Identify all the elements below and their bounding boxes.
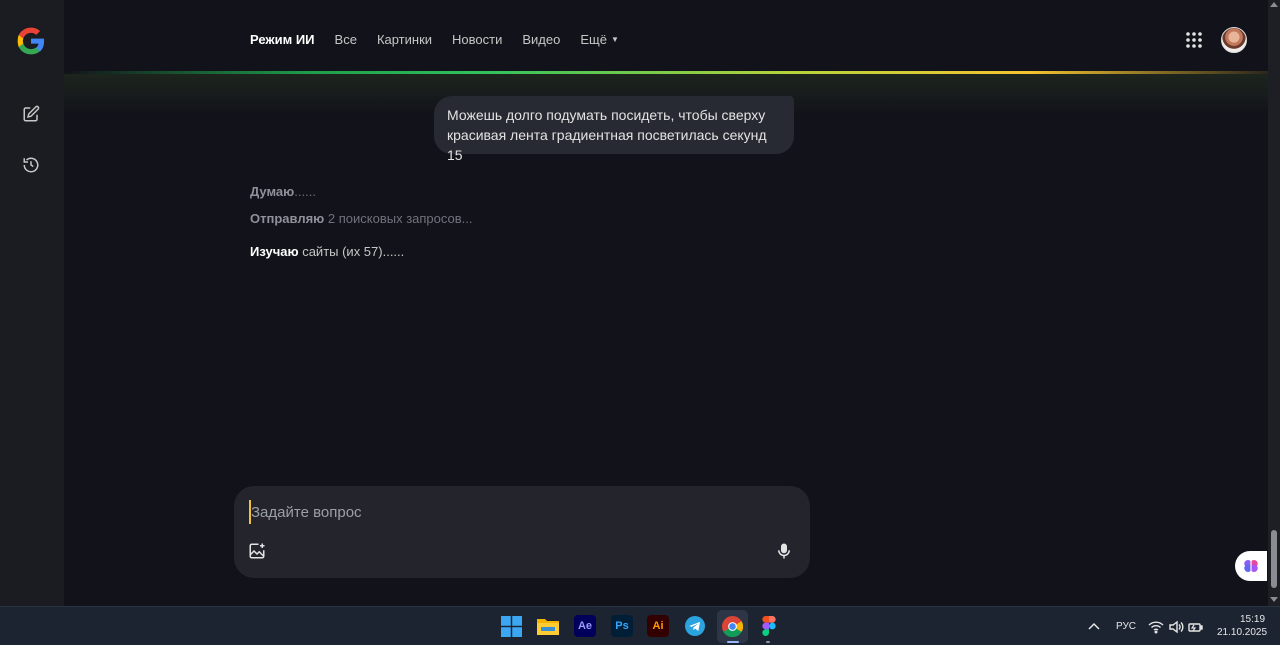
google-logo-icon[interactable] [15, 25, 47, 57]
caret-down-icon: ▼ [610, 35, 619, 44]
chrome-active-indicator [727, 641, 739, 643]
add-image-icon[interactable] [248, 542, 266, 560]
header: Режим ИИ Все Картинки Новости Видео Ещё ▼ [64, 0, 1270, 72]
battery-plugged-icon[interactable] [1188, 619, 1204, 635]
scroll-down-icon[interactable] [1270, 597, 1278, 602]
page-scrollbar[interactable] [1268, 0, 1280, 606]
history-button[interactable] [18, 152, 44, 178]
chrome-icon[interactable] [721, 615, 743, 637]
reading-step: Изучаю сайты (их 57)...... [250, 244, 404, 259]
new-chat-button[interactable] [18, 101, 44, 127]
figma-icon[interactable] [758, 615, 780, 637]
scrollbar-thumb[interactable] [1271, 530, 1277, 588]
tab-news[interactable]: Новости [452, 32, 502, 47]
tab-images[interactable]: Картинки [377, 32, 432, 47]
step-verb: Отправляю [250, 211, 325, 226]
tab-videos[interactable]: Видео [522, 32, 560, 47]
telegram-icon[interactable] [684, 615, 706, 637]
volume-icon[interactable] [1168, 619, 1184, 635]
figma-running-indicator [766, 641, 770, 643]
tab-ai-mode[interactable]: Режим ИИ [250, 32, 315, 47]
photoshop-icon[interactable]: Ps [611, 615, 633, 637]
apps-grid-icon[interactable] [1185, 31, 1203, 49]
windows-logo-icon [500, 615, 522, 637]
extension-button[interactable] [1235, 551, 1267, 581]
file-explorer-icon[interactable] [537, 615, 559, 637]
tab-all[interactable]: Все [335, 32, 357, 47]
clock-time[interactable]: 15:19 [1240, 614, 1265, 625]
step-verb: Изучаю [250, 244, 299, 259]
illustrator-icon[interactable]: Ai [647, 615, 669, 637]
searching-step: Отправляю 2 поисковых запросов... [250, 211, 473, 226]
step-detail: 2 поисковых запросов... [324, 211, 473, 226]
after-effects-icon[interactable]: Ae [574, 615, 596, 637]
windows-taskbar: Ae Ps Ai РУС 15:19 21.10.2025 [0, 606, 1280, 645]
history-icon [23, 157, 39, 173]
telegram-logo-icon [685, 616, 705, 636]
microphone-icon[interactable] [775, 542, 793, 560]
tab-more-label: Ещё [580, 32, 607, 47]
figma-logo-icon [762, 616, 776, 636]
user-message-bubble: Можешь долго подумать посидеть, чтобы св… [434, 96, 794, 163]
show-hidden-icons-icon[interactable] [1086, 619, 1102, 635]
input-language[interactable]: РУС [1116, 621, 1136, 632]
composer [234, 486, 810, 578]
brain-icon [1244, 560, 1258, 572]
edit-icon [23, 105, 40, 122]
tab-more[interactable]: Ещё ▼ [580, 32, 619, 47]
step-detail: ...... [294, 184, 316, 199]
avatar[interactable] [1221, 27, 1247, 53]
step-verb: Думаю [250, 184, 295, 199]
thinking-step: Думаю...... [250, 184, 316, 199]
folder-icon [537, 619, 559, 635]
scroll-up-icon[interactable] [1270, 2, 1278, 7]
step-detail: сайты (их 57)...... [298, 244, 405, 259]
wifi-icon[interactable] [1148, 619, 1164, 635]
chrome-logo-icon [721, 615, 743, 637]
question-input[interactable] [249, 500, 769, 524]
left-rail [0, 0, 64, 606]
clock-date[interactable]: 21.10.2025 [1217, 627, 1267, 638]
search-tabs: Режим ИИ Все Картинки Новости Видео Ещё ▼ [250, 32, 619, 47]
windows-start-icon[interactable] [500, 615, 522, 637]
